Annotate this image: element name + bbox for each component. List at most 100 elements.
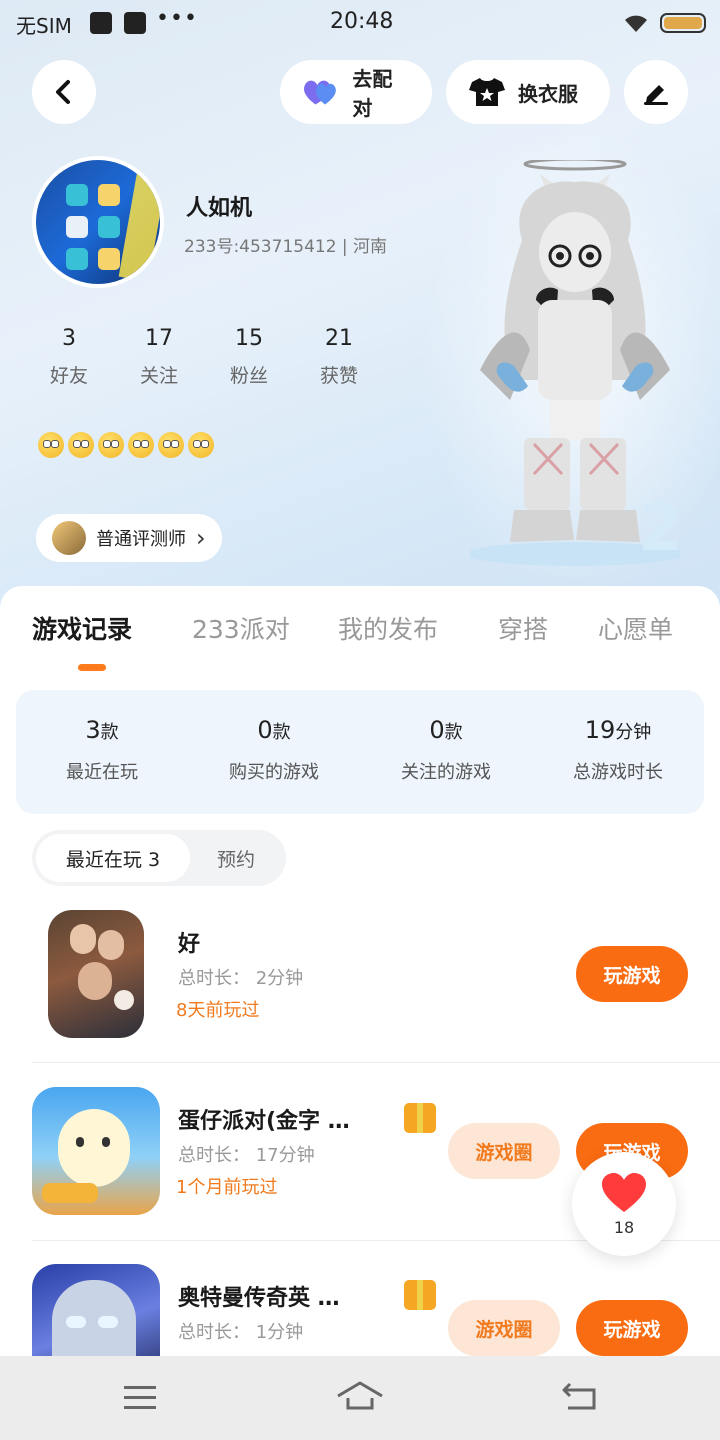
edit-icon: [644, 85, 668, 105]
summary-total-time[interactable]: 19分钟 总游戏时长: [532, 690, 704, 814]
stat-value: 21: [325, 326, 353, 351]
summary-value: 0: [429, 716, 445, 744]
stat-label: 关注: [139, 365, 178, 387]
stat-value: 3: [62, 326, 76, 351]
stat-following[interactable]: 17 关注: [114, 326, 204, 388]
profile-stats: 3 好友 17 关注 15 粉丝 21 获赞: [24, 326, 384, 388]
battery-icon: [660, 13, 706, 33]
game-duration: 总时长： 1分钟: [178, 1322, 304, 1343]
like-count: 18: [613, 1218, 635, 1237]
gift-icon[interactable]: [404, 1280, 436, 1310]
like-button[interactable]: 18: [572, 1152, 676, 1256]
game-duration: 总时长： 2分钟: [178, 968, 304, 989]
summary-purchased[interactable]: 0款 购买的游戏: [188, 690, 360, 814]
game-title: 好: [178, 932, 201, 957]
eye-roll-emoji-icon: [68, 432, 94, 458]
filter-recent[interactable]: 最近在玩 3: [36, 834, 190, 882]
heart-icon: [602, 1173, 646, 1212]
chevron-right-icon: ›: [196, 524, 206, 552]
status-bar: 无SIM ••• 20:48: [0, 0, 720, 46]
game-last-played: 8天前玩过: [176, 1000, 260, 1021]
gift-icon[interactable]: [404, 1103, 436, 1133]
stat-label: 粉丝: [229, 365, 268, 387]
stat-friends[interactable]: 3 好友: [24, 326, 114, 388]
back-button[interactable]: [32, 60, 96, 124]
wifi-icon: [625, 15, 647, 32]
username: 人如机: [186, 196, 253, 221]
pair-label: 去配对: [352, 67, 393, 120]
reviewer-badge[interactable]: 普通评测师 ›: [36, 514, 222, 562]
music-icon: [90, 12, 112, 34]
tab-wishlist[interactable]: 心愿单: [598, 610, 673, 646]
hearts-icon: [304, 80, 336, 105]
tab-my-posts[interactable]: 我的发布: [338, 610, 438, 646]
summary-value: 19: [584, 716, 616, 744]
stat-fans[interactable]: 15 粉丝: [204, 326, 294, 388]
game-icon: [32, 1264, 160, 1356]
game-title: 奥特曼传奇英 …: [178, 1286, 340, 1311]
badge-icon: [52, 521, 86, 555]
divider: [32, 1062, 720, 1063]
game-circle-button[interactable]: 游戏圈: [448, 1123, 560, 1179]
stat-value: 17: [145, 326, 173, 351]
summary-recent[interactable]: 3款 最近在玩: [16, 690, 188, 814]
tshirt-icon: [469, 78, 505, 106]
summary-followed[interactable]: 0款 关注的游戏: [360, 690, 532, 814]
game-title: 蛋仔派对(金字 …: [178, 1109, 350, 1134]
eye-roll-emoji-icon: [98, 432, 124, 458]
stat-label: 获赞: [319, 365, 358, 387]
user-id-location: 233号:453715412 | 河南: [184, 237, 388, 257]
profile-tabs: 游戏记录 233派对 我的发布 穿搭 心愿单: [0, 610, 720, 670]
carrier-label: 无SIM: [16, 14, 72, 38]
eye-roll-emoji-icon: [188, 432, 214, 458]
game-summary: 3款 最近在玩 0款 购买的游戏 0款 关注的游戏 19分钟 总游戏时长: [16, 690, 704, 814]
filter-reserve[interactable]: 预约: [190, 834, 282, 882]
tab-game-record[interactable]: 游戏记录: [32, 610, 132, 646]
badge-label: 普通评测师: [96, 529, 186, 550]
summary-unit: 分钟: [615, 722, 652, 743]
clock: 20:48: [330, 9, 394, 34]
game-circle-button[interactable]: 游戏圈: [448, 1300, 560, 1356]
edit-profile-button[interactable]: [624, 60, 688, 124]
bio-emojis: [38, 432, 214, 458]
play-game-button[interactable]: 玩游戏: [576, 946, 688, 1002]
stat-likes[interactable]: 21 获赞: [294, 326, 384, 388]
outfit-label: 换衣服: [518, 81, 578, 106]
pair-button[interactable]: 去配对: [280, 60, 432, 124]
mail-icon: [124, 12, 146, 34]
tab-indicator: [78, 664, 106, 671]
home-icon[interactable]: [336, 1380, 384, 1412]
game-icon: [32, 1087, 160, 1215]
eye-roll-emoji-icon: [38, 432, 64, 458]
game-last-played: 1个月前玩过: [176, 1177, 278, 1198]
summary-unit: 款: [272, 722, 291, 743]
profile-header: 无SIM ••• 20:48 去配对 换衣服 人如机 233号:45371541…: [0, 0, 720, 620]
system-nav-bar: [0, 1356, 720, 1440]
eye-roll-emoji-icon: [128, 432, 154, 458]
change-outfit-button[interactable]: 换衣服: [446, 60, 610, 124]
list-item[interactable]: 奥特曼传奇英 … 总时长： 1分钟 游戏圈 玩游戏: [0, 1264, 720, 1356]
avatar[interactable]: [32, 156, 164, 288]
summary-unit: 款: [100, 722, 119, 743]
tab-233-party[interactable]: 233派对: [192, 610, 290, 646]
svg-text:233: 233: [638, 492, 680, 566]
tab-outfits[interactable]: 穿搭: [498, 610, 548, 646]
summary-value: 3: [85, 716, 101, 744]
summary-label: 关注的游戏: [401, 762, 491, 783]
game-icon: [48, 910, 144, 1038]
list-filter: 最近在玩 3 预约: [32, 830, 286, 886]
play-game-button[interactable]: 玩游戏: [576, 1300, 688, 1356]
summary-label: 最近在玩: [66, 762, 138, 783]
chevron-left-icon: [56, 80, 70, 104]
summary-label: 购买的游戏: [229, 762, 319, 783]
avatar-character[interactable]: 233: [470, 160, 680, 580]
summary-unit: 款: [444, 722, 463, 743]
menu-icon[interactable]: [122, 1384, 158, 1412]
summary-value: 0: [257, 716, 273, 744]
back-nav-icon[interactable]: [560, 1380, 600, 1412]
game-duration: 总时长： 17分钟: [178, 1145, 315, 1166]
eye-roll-emoji-icon: [158, 432, 184, 458]
list-item[interactable]: 好 总时长： 2分钟 8天前玩过 玩游戏: [0, 910, 720, 1086]
more-notifications-icon: •••: [156, 6, 198, 31]
summary-label: 总游戏时长: [573, 762, 663, 783]
